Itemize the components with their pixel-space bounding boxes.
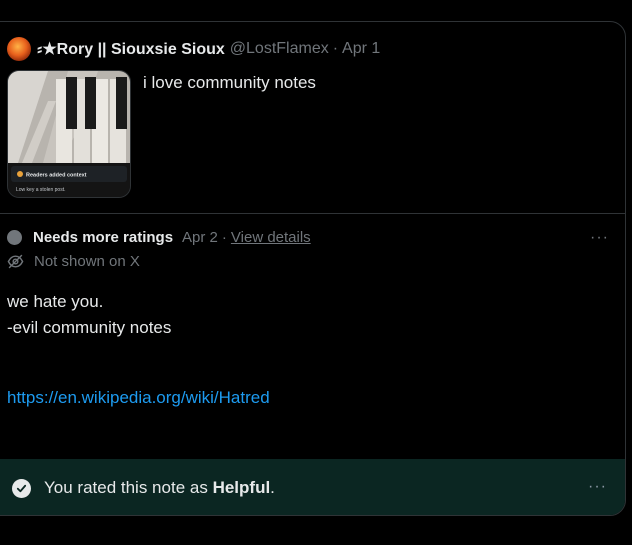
thumb-banner-text: Readers added context — [26, 173, 87, 179]
note-body-line: -evil community notes — [7, 318, 172, 337]
note-more-options-button[interactable]: ··· — [590, 229, 609, 247]
rating-status-bar: You rated this note as Helpful. ··· — [0, 459, 625, 515]
rating-text: You rated this note as Helpful. — [44, 478, 275, 498]
note-separator: · — [221, 229, 227, 246]
rating-suffix: . — [270, 478, 275, 497]
post-date[interactable]: Apr 1 — [342, 40, 380, 58]
author-handle[interactable]: @LostFlamex — [230, 40, 329, 58]
rating-prefix: You rated this note as — [44, 478, 213, 497]
note-body: we hate you. -evil community notes — [7, 289, 171, 341]
eye-slash-icon — [7, 254, 24, 269]
visibility-row: Not shown on X — [7, 253, 140, 270]
note-card: ⸗★Rory || Siouxsie Sioux @LostFlamex · A… — [0, 21, 626, 516]
piano-photo: Readers added context Low key a stolen p… — [8, 71, 130, 197]
note-body-line: we hate you. — [7, 292, 104, 311]
author-avatar[interactable] — [7, 37, 31, 61]
rating-more-options-button[interactable]: ··· — [588, 478, 607, 496]
note-status-row: Needs more ratings Apr 2 · View details — [7, 229, 311, 246]
note-source-link[interactable]: https://en.wikipedia.org/wiki/Hatred — [7, 388, 270, 408]
header-separator: · — [332, 40, 339, 57]
note-date: Apr 2 — [182, 229, 218, 246]
author-name[interactable]: ⸗★Rory || Siouxsie Sioux — [37, 39, 225, 59]
note-status-label: Needs more ratings — [33, 229, 174, 246]
view-details-link[interactable]: View details — [231, 229, 311, 246]
visibility-text: Not shown on X — [34, 253, 140, 270]
rating-value: Helpful — [212, 478, 271, 497]
quoted-post-header: ⸗★Rory || Siouxsie Sioux @LostFlamex · A… — [7, 37, 380, 61]
post-media-thumbnail[interactable]: Readers added context Low key a stolen p… — [7, 70, 131, 198]
checkmark-icon — [12, 478, 31, 498]
quoted-post[interactable]: ⸗★Rory || Siouxsie Sioux @LostFlamex · A… — [0, 22, 625, 214]
status-dot-icon — [7, 230, 22, 245]
thumb-caption-text: Low key a stolen post. — [16, 187, 65, 193]
quoted-post-text: i love community notes — [143, 73, 316, 92]
